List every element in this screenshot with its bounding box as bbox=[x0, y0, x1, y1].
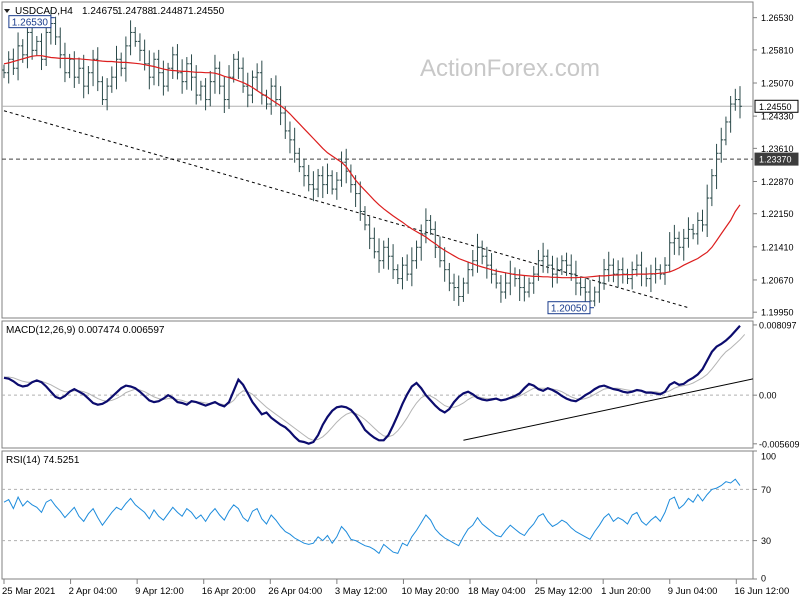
rsi-axis-tick-label: 30 bbox=[761, 536, 771, 546]
time-axis-tick-label: 1 Jun 20:00 bbox=[601, 586, 651, 597]
close-value: 1.24550 bbox=[188, 6, 225, 17]
macd-panel bbox=[1, 320, 754, 449]
time-axis-tick-label: 9 Apr 12:00 bbox=[135, 586, 184, 597]
time-axis-tick-label: 2 Apr 04:00 bbox=[69, 586, 118, 597]
price-panel bbox=[1, 1, 754, 319]
swing-low-label: 1.20050 bbox=[551, 304, 588, 315]
rsi-axis-tick-label: 0 bbox=[761, 574, 766, 584]
usdcad-h4-chart: ActionForex.com USDCAD,H4 1.24675 1.2478… bbox=[1, 1, 800, 597]
price-axis-tick-label: 1.20670 bbox=[761, 275, 794, 285]
watermark: ActionForex.com bbox=[420, 55, 600, 82]
price-axis-tick-label: 1.19950 bbox=[761, 308, 794, 318]
price-axis-tick-label: 1.24330 bbox=[761, 112, 794, 122]
high-value: 1.24788 bbox=[117, 6, 154, 17]
time-axis-tick-label: 9 Jun 04:00 bbox=[668, 586, 718, 597]
macd-title: MACD(12,26,9) 0.007474 0.006597 bbox=[6, 325, 165, 336]
time-axis-tick-label: 25 May 12:00 bbox=[535, 586, 593, 597]
level-price-badge-label: 1.24550 bbox=[759, 102, 792, 112]
price-axis-tick-label: 1.22870 bbox=[761, 177, 794, 187]
time-axis-tick-label: 10 May 20:00 bbox=[401, 586, 459, 597]
price-axis-tick-label: 1.21410 bbox=[761, 242, 794, 252]
rsi-title: RSI(14) 74.5251 bbox=[6, 455, 80, 466]
price-axis-tick-label: 1.26530 bbox=[761, 13, 794, 23]
time-axis-tick-label: 18 May 04:00 bbox=[468, 586, 526, 597]
swing-high-label: 1.26530 bbox=[12, 18, 49, 29]
level-price-badge-label: 1.23370 bbox=[759, 155, 792, 165]
price-axis-tick-label: 1.22150 bbox=[761, 209, 794, 219]
time-axis-tick-label: 3 May 12:00 bbox=[335, 586, 387, 597]
time-axis-tick-label: 16 Apr 20:00 bbox=[202, 586, 256, 597]
price-axis-tick-label: 1.25070 bbox=[761, 79, 794, 89]
rsi-axis-tick-label: 100 bbox=[761, 452, 776, 462]
time-axis-tick-label: 16 Jun 12:00 bbox=[734, 586, 789, 597]
macd-axis-tick-label: -0.005609 bbox=[759, 439, 800, 449]
rsi-axis-tick-label: 70 bbox=[761, 485, 771, 495]
open-value: 1.24675 bbox=[82, 6, 119, 17]
rsi-panel bbox=[1, 450, 754, 580]
price-axis-tick-label: 1.25810 bbox=[761, 45, 794, 55]
price-axis-tick-label: 1.23610 bbox=[761, 144, 794, 154]
macd-axis-tick-label: 0.008097 bbox=[759, 320, 797, 330]
low-value: 1.24487 bbox=[152, 6, 189, 17]
time-axis-tick-label: 25 Mar 2021 bbox=[2, 586, 55, 597]
macd-axis-tick-label: 0.00 bbox=[759, 391, 777, 401]
time-axis-tick-label: 26 Apr 04:00 bbox=[268, 586, 322, 597]
